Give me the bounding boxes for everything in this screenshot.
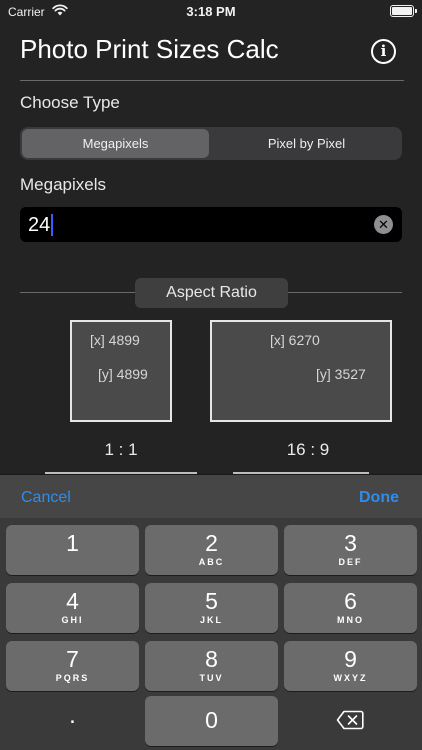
key-digit: 8: [205, 646, 218, 672]
info-icon[interactable]: i: [371, 39, 396, 64]
ratio-box-16-9[interactable]: [x] 6270 [y] 3527: [210, 320, 392, 422]
key-letters: TUV: [199, 673, 224, 683]
ratio-y-value: [y] 4899: [98, 366, 148, 382]
key-letters: JKL: [199, 615, 223, 625]
megapixels-value: 24: [28, 214, 51, 236]
key-digit: 5: [205, 588, 218, 614]
ratio-label: 16 : 9: [286, 440, 330, 459]
text-caret: [51, 214, 54, 236]
ratio-box-1-1[interactable]: [x] 4899 [y] 4899: [70, 320, 172, 422]
key-letters: ABC: [198, 557, 225, 567]
status-time: 3:18 PM: [186, 4, 236, 19]
status-bar: Carrier 3:18 PM: [0, 0, 422, 24]
megapixels-label: Megapixels: [20, 175, 106, 194]
keyboard-toolbar: Cancel Done: [0, 474, 422, 518]
ratio-x-value: [x] 6270: [270, 332, 320, 348]
segment-megapixels[interactable]: Megapixels: [22, 129, 209, 158]
key-5[interactable]: 5 JKL: [145, 583, 278, 633]
type-segmented-control: Megapixels Pixel by Pixel: [20, 127, 402, 160]
megapixels-input[interactable]: 24 ✕: [20, 207, 402, 242]
key-delete[interactable]: [284, 696, 417, 746]
key-decimal-label: .: [69, 702, 76, 729]
key-digit: 9: [344, 646, 357, 672]
key-8[interactable]: 8 TUV: [145, 641, 278, 691]
key-letters: PQRS: [55, 673, 90, 683]
key-1[interactable]: 1: [6, 525, 139, 575]
done-button[interactable]: Done: [359, 489, 399, 507]
key-letters: WXYZ: [333, 673, 368, 683]
key-digit: 3: [344, 530, 357, 556]
key-4[interactable]: 4 GHI: [6, 583, 139, 633]
battery-icon: [390, 5, 417, 17]
key-3[interactable]: 3 DEF: [284, 525, 417, 575]
key-letters: DEF: [338, 557, 363, 567]
delete-icon: [336, 710, 364, 730]
key-letters: GHI: [61, 615, 84, 625]
title-divider: [20, 80, 404, 81]
choose-type-label: Choose Type: [20, 93, 120, 112]
clear-icon[interactable]: ✕: [374, 215, 393, 234]
key-6[interactable]: 6 MNO: [284, 583, 417, 633]
key-digit: 0: [205, 707, 218, 733]
key-letters: MNO: [337, 615, 364, 625]
numeric-keyboard: Cancel Done 1 2 ABC 3 DEF 4 GHI 5 JKL 6 MNO 7…: [0, 474, 422, 750]
key-7[interactable]: 7 PQRS: [6, 641, 139, 691]
key-digit: 6: [344, 588, 357, 614]
aspect-ratio-header: Aspect Ratio: [135, 278, 288, 308]
segment-pixel-by-pixel[interactable]: Pixel by Pixel: [213, 129, 400, 158]
key-digit: 2: [205, 530, 218, 556]
ratio-y-value: [y] 3527: [316, 366, 366, 382]
page-title: Photo Print Sizes Calc: [20, 34, 279, 64]
key-2[interactable]: 2 ABC: [145, 525, 278, 575]
aspect-divider-left: [20, 292, 135, 293]
ratio-x-value: [x] 4899: [90, 332, 140, 348]
key-0[interactable]: 0: [145, 696, 278, 746]
key-digit: 7: [66, 646, 79, 672]
aspect-divider-right: [288, 292, 402, 293]
ratio-label: 1 : 1: [104, 440, 138, 459]
key-decimal[interactable]: .: [6, 696, 139, 746]
key-digit: 1: [66, 530, 79, 556]
cancel-button[interactable]: Cancel: [21, 489, 71, 507]
key-9[interactable]: 9 WXYZ: [284, 641, 417, 691]
key-digit: 4: [66, 588, 79, 614]
